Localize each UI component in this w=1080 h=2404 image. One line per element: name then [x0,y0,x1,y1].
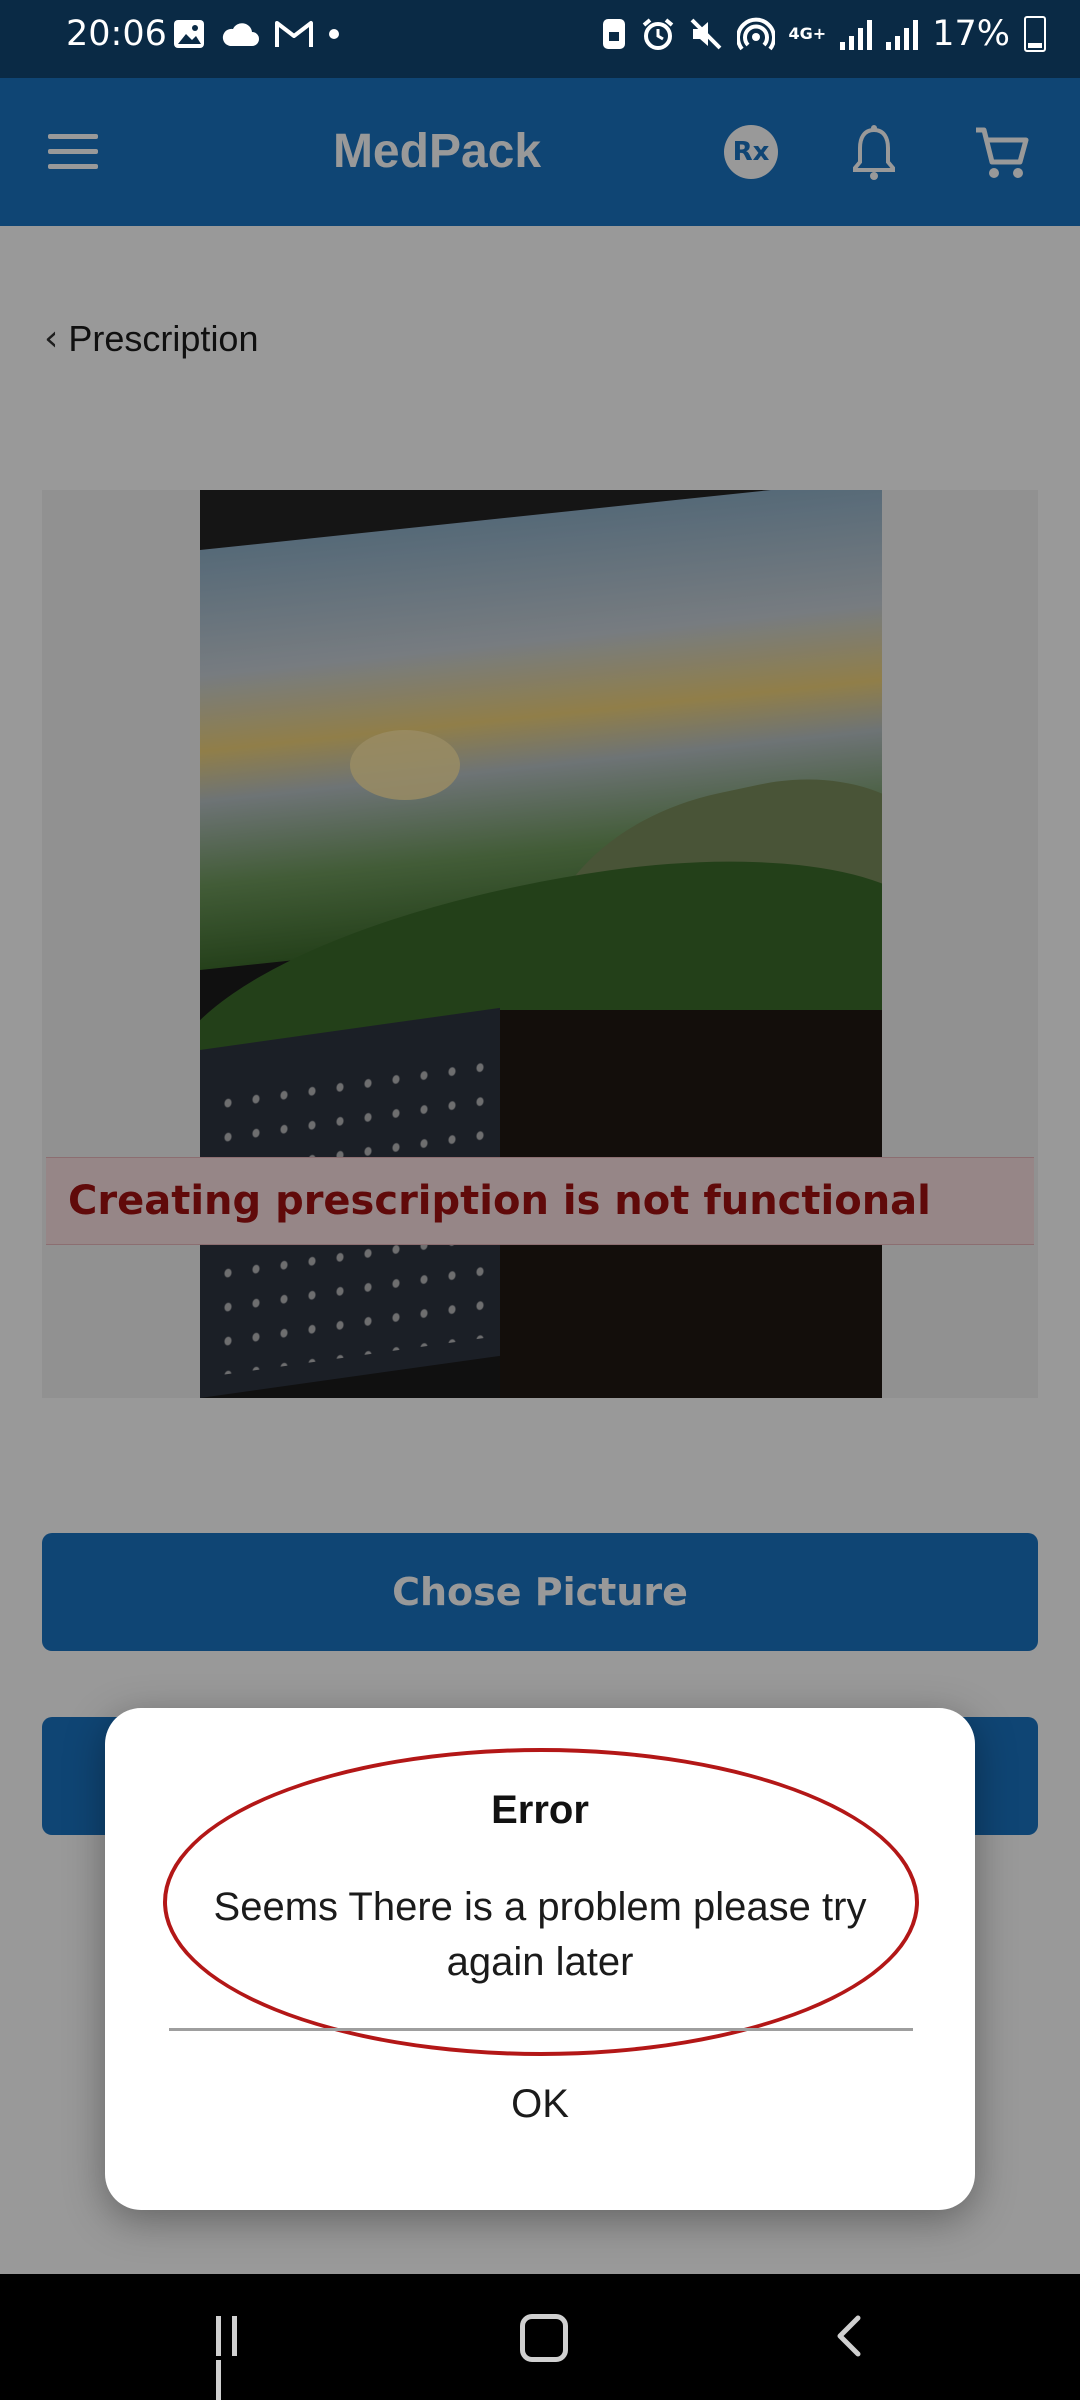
error-dialog: Error Seems There is a problem please tr… [105,1708,975,2210]
dot-icon [329,29,339,39]
screen-lock-icon [602,19,625,49]
signal-icon [840,18,873,50]
ok-button[interactable]: OK [405,2056,675,2152]
gmail-icon [275,21,313,47]
alarm-icon [642,18,673,50]
home-icon[interactable] [520,2314,568,2362]
dialog-message: Seems There is a problem please try agai… [213,1885,867,1984]
signal-icon [886,18,919,50]
gallery-icon [174,20,204,48]
dialog-divider [169,2028,913,2031]
status-bar: 20:06 4G+ 17% [0,0,1080,78]
system-nav-bar [0,2274,1080,2400]
mute-icon [690,18,721,50]
status-notification-icons [172,18,340,50]
battery-charging-icon [1024,16,1046,52]
network-type: 4G+ [788,24,827,43]
status-time: 20:06 [66,14,167,54]
dialog-title: Error [491,1788,589,1832]
cloud-icon [222,23,259,46]
recents-icon[interactable] [216,2316,258,2400]
status-system-icons: 4G+ 17% [601,14,1046,54]
hotspot-icon [736,17,775,51]
back-icon[interactable] [830,2314,870,2358]
battery-percent: 17% [932,14,1010,54]
